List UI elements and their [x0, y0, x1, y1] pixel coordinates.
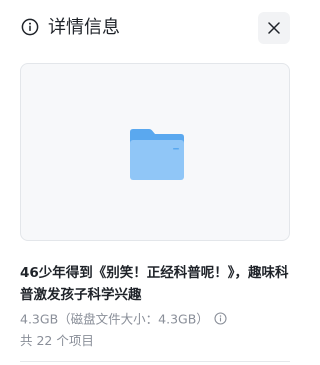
item-count: 共 22 个项目	[20, 333, 94, 348]
info-circle-icon	[21, 18, 39, 36]
info-icon[interactable]	[214, 312, 227, 325]
item-name: 46少年得到《别笑！正经科普呢！》，趣味科普激发孩子科学兴趣	[20, 265, 289, 303]
disk-size: （磁盘文件大小：4.3GB）	[58, 311, 209, 327]
close-button[interactable]	[258, 12, 290, 44]
divider	[20, 361, 290, 362]
item-size: 4.3GB	[20, 311, 59, 327]
details-panel: 详情信息 46少年得到《别笑！正经科普呢！》，趣味科普激发孩子科学兴趣 4.3G…	[0, 0, 314, 365]
panel-title: 详情信息	[48, 17, 120, 38]
details-header: 详情信息	[0, 0, 314, 56]
folder-icon	[130, 129, 184, 180]
close-icon	[268, 22, 280, 34]
size-row: 4.3GB（磁盘文件大小：4.3GB）	[20, 309, 227, 329]
file-preview	[20, 63, 290, 241]
